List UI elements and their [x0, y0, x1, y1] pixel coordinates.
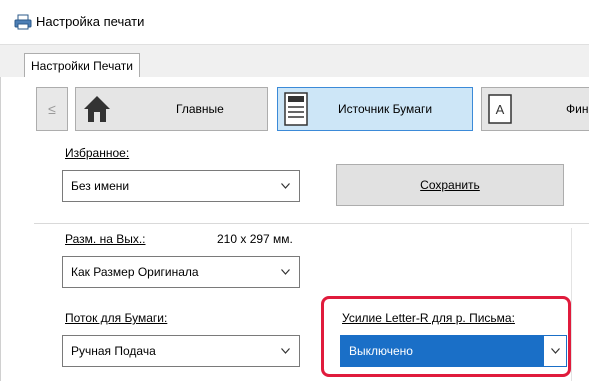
nav-prev-button[interactable]: ≤ [36, 87, 68, 131]
printer-icon [14, 14, 32, 30]
window-title: Настройка печати [36, 14, 145, 29]
favorites-value: Без имени [71, 179, 130, 193]
output-size-select[interactable]: Как Размер Оригинала [62, 256, 300, 288]
save-button[interactable]: Сохранить [336, 164, 564, 206]
chevron-down-icon [281, 269, 290, 275]
nav-finishing-label: Фин [566, 102, 589, 116]
tab-print-settings[interactable]: Настройки Печати [24, 53, 140, 80]
document-a-icon: A [488, 94, 512, 124]
home-icon [84, 96, 110, 122]
svg-text:A: A [496, 102, 505, 117]
tab-strip: Настройки Печати [0, 44, 589, 80]
save-button-label: Сохранить [420, 178, 480, 192]
output-size-value: Как Размер Оригинала [71, 265, 199, 279]
output-size-dimensions: 210 x 297 мм. [217, 232, 293, 246]
paper-flow-value: Ручная Подача [71, 344, 156, 358]
nav-paper-source-label: Источник Бумаги [338, 102, 433, 116]
nav-finishing-button[interactable]: A Фин [481, 87, 589, 131]
scroll-track [571, 228, 572, 381]
paper-flow-label: Поток для Бумаги: [65, 311, 168, 325]
output-size-label: Разм. на Вых.: [65, 232, 146, 246]
nav-prev-label: ≤ [48, 101, 56, 117]
favorites-label: Избранное: [65, 146, 130, 160]
paper-flow-select[interactable]: Ручная Подача [62, 335, 300, 367]
highlight-frame [321, 296, 571, 377]
nav-main-label: Главные [176, 102, 224, 116]
chevron-down-icon [281, 348, 290, 354]
paper-tray-icon [284, 92, 308, 126]
favorites-select[interactable]: Без имени [62, 170, 300, 202]
nav-main-button[interactable]: Главные [75, 87, 268, 131]
title-bar: Настройка печати [0, 0, 589, 44]
chevron-down-icon [281, 183, 290, 189]
nav-paper-source-button[interactable]: Источник Бумаги [277, 87, 473, 131]
section-divider [34, 223, 589, 224]
